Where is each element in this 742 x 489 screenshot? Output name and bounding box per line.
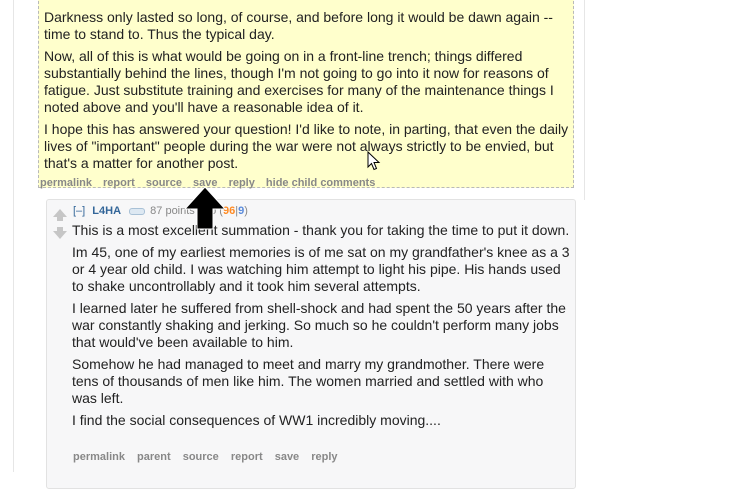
arrow-up-cursor-icon [183,186,227,230]
downvote-arrow-icon[interactable] [53,227,67,239]
reply-button[interactable]: reply [229,177,255,189]
child-comment: [–] L4HA 87 points ago (96|9) This is a … [46,199,576,489]
save-button[interactable]: save [275,451,299,463]
permalink-button[interactable]: permalink [73,451,125,463]
source-button[interactable]: source [146,177,182,189]
source-button[interactable]: source [183,451,219,463]
thread-guide-line [13,0,14,472]
hide-child-comments-button[interactable]: hide child comments [266,177,375,189]
comment-body: This is a most excellent summation - tha… [72,222,570,434]
comment-paragraph: Somehow he had managed to meet and marry… [72,356,545,406]
comment-paragraph: I learned later he suffered from shell-s… [72,300,566,350]
report-button[interactable]: report [231,451,263,463]
author-link[interactable]: L4HA [92,205,121,217]
comment-paragraph: Now, all of this is what would be going … [44,48,554,115]
comment-paragraph: Im 45, one of my earliest memories is of… [72,244,570,294]
flair-icon [129,207,146,215]
comment-paragraph: This is a most excellent summation - tha… [72,222,570,238]
comment-paragraph: Darkness only lasted so long, of course,… [44,9,553,42]
reply-button[interactable]: reply [311,451,337,463]
comment-paragraph: I hope this has answered your question! … [44,121,569,171]
parent-button[interactable]: parent [137,451,171,463]
comment-action-bar: permalink parent source report save repl… [73,451,347,463]
permalink-button[interactable]: permalink [40,177,92,189]
report-button[interactable]: report [103,177,135,189]
upvote-arrow-icon[interactable] [53,209,67,221]
comment-body: Darkness only lasted so long, of course,… [44,9,574,177]
highlighted-comment: Darkness only lasted so long, of course,… [38,0,574,189]
comment-paragraph: I find the social consequences of WW1 in… [72,412,441,428]
vote-close-paren: ) [244,205,248,217]
collapse-toggle[interactable]: [–] [73,205,85,217]
thread-guide-line-right [584,0,585,200]
mouse-pointer-icon [367,151,381,171]
